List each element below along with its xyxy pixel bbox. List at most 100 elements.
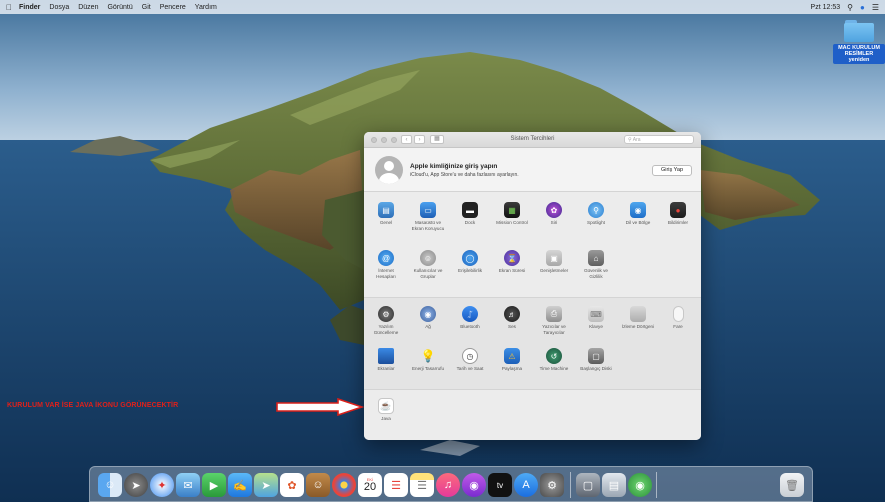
folder-label-line2: RESİMLER yeniden [844,51,874,63]
security-privacy-icon: ⌂ [588,250,604,266]
menu-dosya[interactable]: Dosya [49,4,69,11]
downloads-stack-icon[interactable]: ▢ [576,473,600,497]
menu-git[interactable]: Git [142,4,151,11]
app-store-icon[interactable]: A [514,473,538,497]
pane-siri[interactable]: ✿ Siri [536,202,572,226]
annotation-text: KURULUM VAR İSE JAVA İKONU GÖRÜNECEKTİR [7,402,179,409]
messages-icon[interactable]: ✍ [228,473,252,497]
screen-time-icon: ⌛ [504,250,520,266]
pane-yazicilar[interactable]: ⎙ Yazıcılar ve Tarayıcılar [536,306,572,335]
pane-label: Bluetooth [460,324,480,329]
notes-icon[interactable]: ☰ [410,473,434,497]
documents-stack-icon[interactable]: ▤ [602,473,626,497]
pane-label: Klavye [589,324,603,329]
pane-label: Erişilebilirlik [458,268,482,273]
pane-bildirimler[interactable]: ● Bildirimler [660,202,696,226]
date-time-icon: ◷ [462,348,478,364]
pane-paylasma[interactable]: ⚠ Paylaşma [494,348,530,372]
account-subtitle: iCloud'u, App Store'u ve daha fazlasını … [410,172,519,178]
facetime-icon[interactable]: ▶ [202,473,226,497]
sharing-icon: ⚠ [504,348,520,364]
pane-guvenlik[interactable]: ⌂ Güvenlik ve Gizlilik [578,250,614,279]
finder-icon[interactable]: ☺ [98,473,122,497]
apple-menu-icon[interactable]:  [6,3,12,12]
notification-center-icon[interactable]: ☰ [872,3,879,12]
pane-java[interactable]: ☕ Java [368,398,404,422]
system-preferences-icon[interactable]: ⚙ [540,473,564,497]
spotlight-icon[interactable]: ⚲ [847,3,853,12]
menu-finder[interactable]: Finder [19,4,40,11]
pane-bluetooth[interactable]: ᛢ Bluetooth [452,306,488,330]
pane-ag[interactable]: ◉ Ağ [410,306,446,330]
pane-masaustu[interactable]: ▭ Masaüstü ve Ekran Koruyucu [410,202,446,231]
pane-label: Enerji Tasarrufu [411,366,445,371]
apple-tv-icon[interactable]: tv [488,473,512,497]
pane-izleme-dortgeni[interactable]: İzleme Dörtgeni [620,306,656,330]
calendar-icon[interactable]: EKİ 20 [358,473,382,497]
apple-id-banner: Apple kimliğinize giriş yapın iCloud'u, … [364,148,701,192]
pane-yazilim-guncelleme[interactable]: ⚙ Yazılım Güncelleme [368,306,404,335]
dock-separator [656,472,657,498]
pane-label: Genel [379,220,393,225]
pane-ses[interactable]: ♬ Ses [494,306,530,330]
pane-kullanicilar[interactable]: ☺ Kullanıcılar ve Gruplar [410,250,446,279]
pane-spotlight[interactable]: ⚲ Spotlight [578,202,614,226]
pane-time-machine[interactable]: ↺ Time Machine [536,348,572,372]
clock[interactable]: Pzt 12:53 [811,4,841,11]
safari-icon[interactable]: ✦ [150,473,174,497]
pane-internet-hesaplari[interactable]: @ İnternet Hesapları [368,250,404,279]
pane-ekranlar[interactable]: Ekranlar [368,348,404,372]
pane-label: Siri [550,220,558,225]
contacts-icon[interactable]: ☺ [306,473,330,497]
siri-icon[interactable]: ● [860,3,865,12]
pane-mission-control[interactable]: ▦ Mission Control [494,202,530,226]
energy-saver-icon: 💡 [420,349,436,363]
mail-icon[interactable]: ✉ [176,473,200,497]
photos-icon[interactable]: ✿ [280,473,304,497]
chrome-icon[interactable] [332,473,356,497]
music-icon[interactable]: ♫ [436,473,460,497]
language-region-icon: ◉ [630,202,646,218]
pane-fare[interactable]: Fare [660,306,696,330]
pane-label: Yazılım Güncelleme [373,324,399,335]
pane-erisilebilirlik[interactable]: ◯ Erişilebilirlik [452,250,488,274]
pane-dil-bolge[interactable]: ◉ Dil ve Bölge [620,202,656,226]
desktop-folder-label: MAC KURULUM RESİMLER yeniden [833,44,885,64]
pane-genel[interactable]: ▤ Genel [368,202,404,226]
avatar[interactable] [375,156,403,184]
network-icon: ◉ [420,306,436,322]
pane-klavye[interactable]: ⌨ Klavye [578,306,614,330]
time-machine-icon: ↺ [546,348,562,364]
launchpad-icon[interactable]: ➤ [124,473,148,497]
dock-separator [570,472,571,498]
pane-baslangic-diski[interactable]: ▢ Başlangıç Diski [578,348,614,372]
account-title: Apple kimliğinize giriş yapın [410,163,498,170]
pane-genisletmeler[interactable]: ▣ Genişletmeler [536,250,572,274]
podcasts-icon[interactable]: ◉ [462,473,486,497]
pane-tarih-saat[interactable]: ◷ Tarih ve Saat [452,348,488,372]
menu-yardim[interactable]: Yardım [195,4,217,11]
reminders-icon[interactable]: ☰ [384,473,408,497]
dock: ☺ ➤ ✦ ✉ ▶ ✍ ➤ ✿ ☺ EKİ 20 ☰ ☰ ♫ ◉ tv A ⚙ … [89,466,813,502]
pane-label: Java [381,416,391,421]
pane-label: Güvenlik ve Gizlilik [583,268,608,279]
pane-enerji[interactable]: 💡 Enerji Tasarrufu [410,348,446,372]
menu-pencere[interactable]: Pencere [160,4,186,11]
desktop-folder[interactable]: MAC KURULUM RESİMLER yeniden [833,20,885,66]
prefs-section-other: ☕ Java [364,390,701,440]
search-input[interactable]: ⚲ Ara [624,135,694,144]
mouse-icon [672,306,684,322]
menu-goruntu[interactable]: Görüntü [107,4,132,11]
pane-ekran-suresi[interactable]: ⌛ Ekran Süresi [494,250,530,274]
bluetooth-icon: ᛢ [462,306,478,322]
internet-accounts-icon: @ [378,250,394,266]
pane-dock[interactable]: ▬ Dock [452,202,488,226]
folder-icon [844,20,874,42]
trash-icon[interactable]: 🗑 [780,473,804,497]
signin-button[interactable]: Giriş Yap [652,165,692,176]
accessibility-icon: ◯ [462,250,478,266]
downloader-icon[interactable]: ◉ [628,473,652,497]
menu-duzen[interactable]: Düzen [78,4,98,11]
maps-icon[interactable]: ➤ [254,473,278,497]
pane-label: Ekranlar [377,366,395,371]
